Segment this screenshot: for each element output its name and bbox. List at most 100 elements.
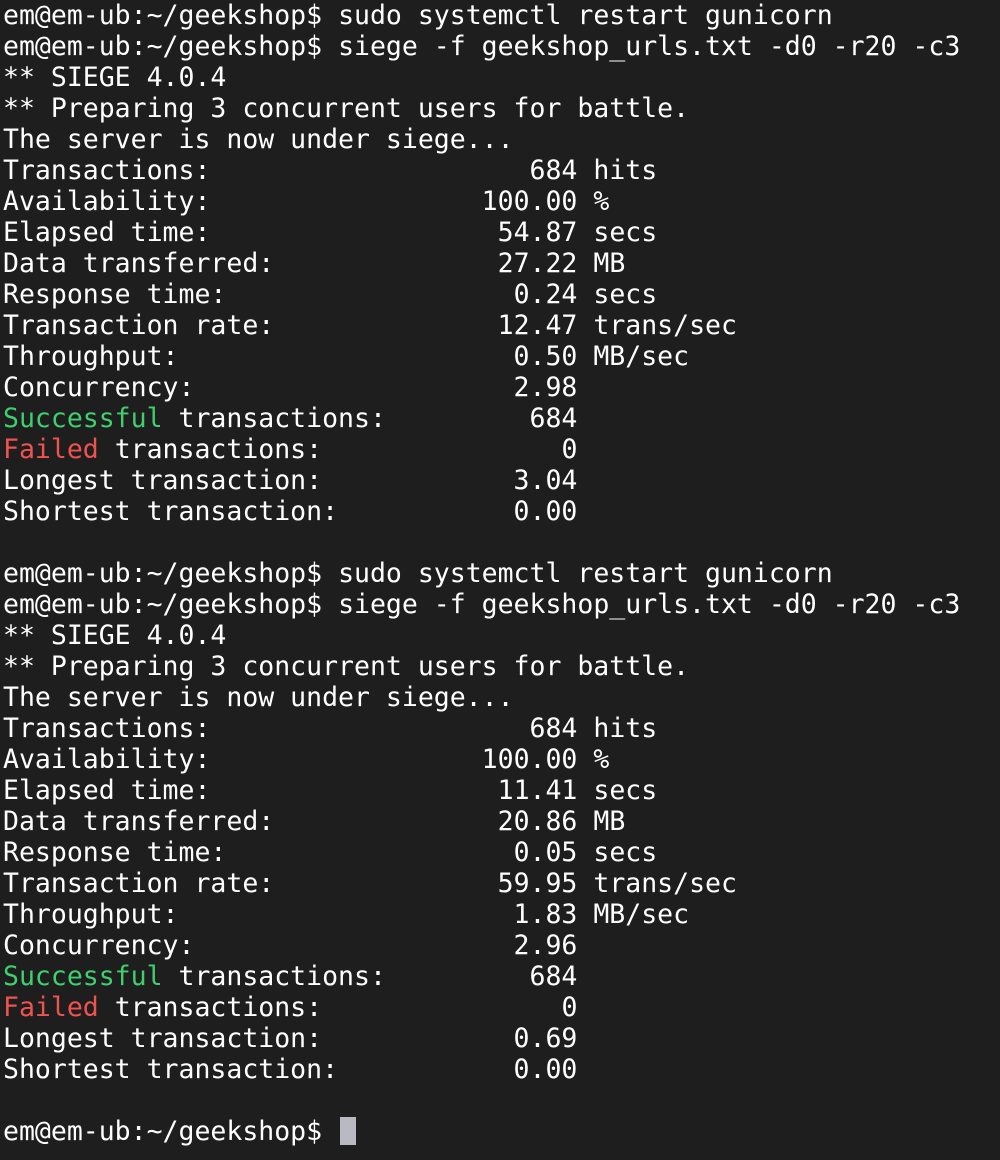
shell-prompt: em@em-ub:~/geekshop$ bbox=[3, 31, 323, 62]
stat-value: 0.00 bbox=[513, 1054, 578, 1085]
stat-label: Shortest transaction: bbox=[3, 1054, 339, 1085]
stat-unit: MB/sec bbox=[593, 341, 690, 372]
stat-row: Availability: 100.00 % bbox=[3, 186, 1000, 217]
command-line: em@em-ub:~/geekshop$ sudo systemctl rest… bbox=[3, 0, 1000, 31]
command-text: siege -f geekshop_urls.txt -d0 -r20 -c3 bbox=[338, 589, 961, 620]
stat-label: Transactions: bbox=[3, 713, 211, 744]
stat-label: Shortest transaction: bbox=[3, 496, 339, 527]
stat-value: 100.00 bbox=[481, 186, 578, 217]
stat-unit: MB bbox=[593, 806, 626, 837]
stat-row: Longest transaction: 3.04 bbox=[3, 465, 1000, 496]
stat-label: Transaction rate: bbox=[3, 310, 275, 341]
command-line: em@em-ub:~/geekshop$ siege -f geekshop_u… bbox=[3, 31, 1000, 62]
command-text: siege -f geekshop_urls.txt -d0 -r20 -c3 bbox=[338, 31, 961, 62]
stat-label: transactions: bbox=[98, 992, 323, 1023]
stat-label: Data transferred: bbox=[3, 248, 275, 279]
stat-row: Shortest transaction: 0.00 bbox=[3, 496, 1000, 527]
stat-value: 684 bbox=[529, 713, 578, 744]
stat-label: Transactions: bbox=[3, 155, 211, 186]
stat-unit: % bbox=[593, 186, 610, 217]
stat-value: 2.96 bbox=[513, 930, 578, 961]
stat-value: 59.95 bbox=[497, 868, 578, 899]
shell-prompt: em@em-ub:~/geekshop$ bbox=[3, 0, 323, 31]
stat-unit: hits bbox=[593, 155, 658, 186]
stat-value: 100.00 bbox=[481, 744, 578, 775]
output-line: The server is now under siege... bbox=[3, 124, 514, 155]
stat-unit: secs bbox=[593, 217, 658, 248]
stat-value: 0 bbox=[561, 434, 578, 465]
stat-label: Concurrency: bbox=[3, 930, 195, 961]
stat-value: 684 bbox=[529, 155, 578, 186]
stat-value: 1.83 bbox=[513, 899, 578, 930]
output-line: ** SIEGE 4.0.4 bbox=[3, 620, 227, 651]
stat-unit: secs bbox=[593, 279, 658, 310]
shell-prompt: em@em-ub:~/geekshop$ bbox=[3, 589, 323, 620]
stat-unit: MB/sec bbox=[593, 899, 690, 930]
stat-label: Longest transaction: bbox=[3, 1023, 323, 1054]
command-line: em@em-ub:~/geekshop$ siege -f geekshop_u… bbox=[3, 589, 1000, 620]
stat-row: Transactions: 684 hits bbox=[3, 155, 1000, 186]
stat-value: 684 bbox=[529, 961, 578, 992]
stat-label: Elapsed time: bbox=[3, 217, 211, 248]
stat-label-highlight: Failed bbox=[3, 992, 99, 1023]
stat-row: Successful transactions: 684 bbox=[3, 403, 1000, 434]
terminal-window[interactable]: em@em-ub:~/geekshop$ sudo systemctl rest… bbox=[0, 0, 1000, 1160]
shell-prompt: em@em-ub:~/geekshop$ bbox=[3, 558, 323, 589]
stat-row: Successful transactions: 684 bbox=[3, 961, 1000, 992]
stat-label: Data transferred: bbox=[3, 806, 275, 837]
stat-row: Failed transactions: 0 bbox=[3, 434, 1000, 465]
stat-unit: % bbox=[593, 744, 610, 775]
output-line: ** SIEGE 4.0.4 bbox=[3, 62, 227, 93]
stat-row: Transaction rate: 12.47 trans/sec bbox=[3, 310, 1000, 341]
stat-row: Longest transaction: 0.69 bbox=[3, 1023, 1000, 1054]
stat-label: Availability: bbox=[3, 744, 211, 775]
stat-value: 0 bbox=[561, 992, 578, 1023]
stat-row: Concurrency: 2.96 bbox=[3, 930, 1000, 961]
stat-value: 11.41 bbox=[497, 775, 578, 806]
stat-label: Response time: bbox=[3, 279, 227, 310]
stat-label: transactions: bbox=[98, 434, 323, 465]
stat-label-highlight: Successful bbox=[3, 403, 163, 434]
stat-row: Concurrency: 2.98 bbox=[3, 372, 1000, 403]
stat-label: Response time: bbox=[3, 837, 227, 868]
stat-unit: hits bbox=[593, 713, 658, 744]
output-line: The server is now under siege... bbox=[3, 682, 514, 713]
stat-label-highlight: Successful bbox=[3, 961, 163, 992]
active-prompt-line[interactable]: em@em-ub:~/geekshop$ bbox=[3, 1116, 1000, 1147]
stat-row: Transactions: 684 hits bbox=[3, 713, 1000, 744]
stat-row: Throughput: 1.83 MB/sec bbox=[3, 899, 1000, 930]
stat-row: Throughput: 0.50 MB/sec bbox=[3, 341, 1000, 372]
stat-row: Response time: 0.05 secs bbox=[3, 837, 1000, 868]
shell-prompt: em@em-ub:~/geekshop$ bbox=[3, 1116, 323, 1147]
stat-value: 0.69 bbox=[513, 1023, 578, 1054]
command-text: sudo systemctl restart gunicorn bbox=[338, 558, 833, 589]
stat-row: Response time: 0.24 secs bbox=[3, 279, 1000, 310]
stat-value: 3.04 bbox=[513, 465, 578, 496]
stat-label: transactions: bbox=[162, 403, 386, 434]
stat-row: Data transferred: 20.86 MB bbox=[3, 806, 1000, 837]
stat-value: 20.86 bbox=[497, 806, 578, 837]
stat-value: 12.47 bbox=[497, 310, 578, 341]
command-text: sudo systemctl restart gunicorn bbox=[338, 0, 833, 31]
text-cursor[interactable] bbox=[340, 1117, 357, 1145]
stat-unit: trans/sec bbox=[593, 868, 737, 899]
stat-row: Availability: 100.00 % bbox=[3, 744, 1000, 775]
stat-label: Concurrency: bbox=[3, 372, 195, 403]
stat-label: Availability: bbox=[3, 186, 211, 217]
stat-label: Elapsed time: bbox=[3, 775, 211, 806]
stat-unit: trans/sec bbox=[593, 310, 737, 341]
stat-row: Data transferred: 27.22 MB bbox=[3, 248, 1000, 279]
stat-row: Elapsed time: 54.87 secs bbox=[3, 217, 1000, 248]
stat-unit: secs bbox=[593, 775, 658, 806]
stat-value: 0.50 bbox=[513, 341, 578, 372]
stat-label: Throughput: bbox=[3, 899, 179, 930]
stat-value: 2.98 bbox=[513, 372, 578, 403]
stat-row: Transaction rate: 59.95 trans/sec bbox=[3, 868, 1000, 899]
stat-label-highlight: Failed bbox=[3, 434, 99, 465]
stat-value: 684 bbox=[529, 403, 578, 434]
output-line: ** Preparing 3 concurrent users for batt… bbox=[3, 93, 690, 124]
stat-label: Longest transaction: bbox=[3, 465, 323, 496]
command-line: em@em-ub:~/geekshop$ sudo systemctl rest… bbox=[3, 558, 1000, 589]
